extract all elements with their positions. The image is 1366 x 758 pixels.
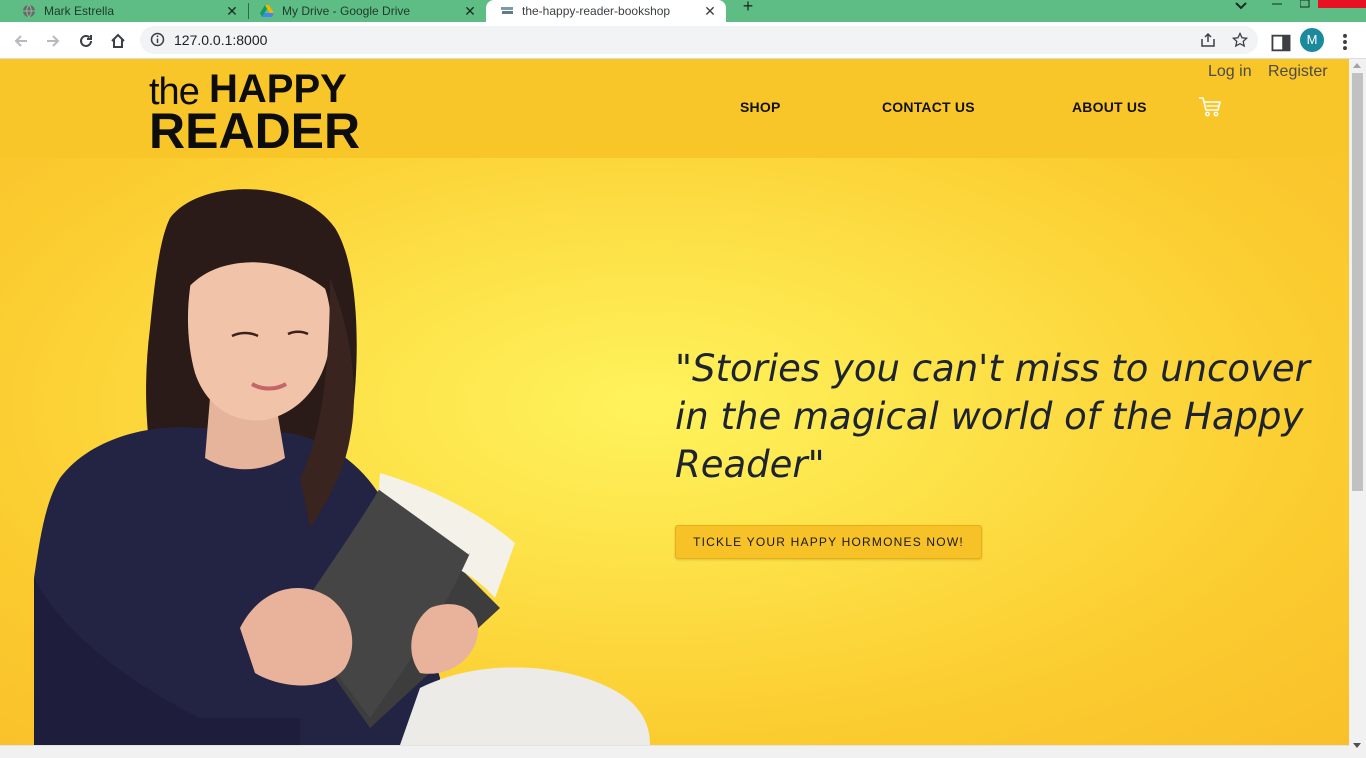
chevron-down-icon[interactable] — [1233, 0, 1249, 14]
url-text: 127.0.0.1:8000 — [174, 32, 268, 48]
close-icon[interactable]: ✕ — [462, 3, 478, 19]
browser-toolbar: 127.0.0.1:8000 M — [0, 22, 1366, 59]
browser-tab-active[interactable]: the-happy-reader-bookshop ✕ — [486, 0, 726, 22]
scroll-up-arrow[interactable] — [1353, 63, 1361, 68]
hero-woman-reading-image — [34, 189, 650, 745]
profile-avatar[interactable]: M — [1300, 28, 1324, 52]
reload-button[interactable] — [75, 30, 97, 52]
info-icon[interactable] — [150, 32, 165, 47]
browser-tab[interactable]: My Drive - Google Drive ✕ — [260, 0, 486, 22]
site-logo[interactable]: the HAPPY READER — [149, 67, 360, 157]
site-header: the HAPPY READER Log in Register SHOP CO… — [0, 59, 1349, 158]
horizontal-scrollbar[interactable] — [0, 745, 1349, 758]
share-icon[interactable] — [1200, 32, 1216, 48]
browser-tab[interactable]: Mark Estrella ✕ — [22, 0, 248, 22]
forward-arrow-icon — [47, 35, 60, 47]
browser-tab-strip: Mark Estrella ✕ My Drive - Google Drive … — [0, 0, 1366, 22]
cta-button[interactable]: TICKLE YOUR HAPPY HORMONES NOW! — [675, 525, 982, 559]
page-viewport: the HAPPY READER Log in Register SHOP CO… — [0, 59, 1349, 745]
address-bar[interactable]: 127.0.0.1:8000 — [140, 26, 1258, 54]
tab-title: Mark Estrella — [44, 4, 115, 18]
login-link[interactable]: Log in — [1208, 63, 1252, 81]
scroll-thumb[interactable] — [1352, 73, 1363, 491]
back-arrow-icon — [14, 35, 27, 47]
tab-title: My Drive - Google Drive — [282, 4, 411, 18]
logo-reader: READER — [149, 103, 361, 159]
kebab-menu-icon[interactable] — [1334, 31, 1356, 53]
register-link[interactable]: Register — [1268, 63, 1328, 81]
cart-icon[interactable] — [1198, 96, 1222, 118]
google-drive-icon — [260, 5, 274, 17]
globe-icon — [23, 4, 35, 18]
nav-about-us[interactable]: ABOUT US — [1072, 99, 1147, 115]
back-button[interactable] — [10, 30, 32, 52]
maximize-icon[interactable] — [1300, 0, 1310, 8]
vertical-scrollbar[interactable] — [1349, 59, 1366, 758]
home-icon — [111, 33, 125, 48]
side-panel-icon[interactable] — [1270, 32, 1292, 54]
books-icon — [501, 7, 513, 14]
forward-button[interactable] — [42, 30, 64, 52]
hero-quote: "Stories you can't miss to uncover in th… — [675, 347, 1310, 486]
close-icon[interactable]: ✕ — [702, 3, 718, 19]
tab-title: the-happy-reader-bookshop — [522, 4, 671, 18]
nav-contact-us[interactable]: CONTACT US — [882, 99, 975, 115]
new-tab-button[interactable]: + — [738, 0, 758, 20]
reload-icon — [80, 34, 92, 47]
window-close-button[interactable] — [1318, 0, 1366, 8]
minimize-icon[interactable] — [1272, 0, 1282, 8]
tab-separator — [248, 3, 249, 19]
close-icon[interactable]: ✕ — [224, 3, 240, 19]
home-button[interactable] — [107, 30, 129, 52]
star-icon[interactable] — [1232, 32, 1248, 48]
nav-shop[interactable]: SHOP — [740, 99, 780, 115]
hero-banner: "Stories you can't miss to uncover in th… — [0, 158, 1349, 745]
scroll-down-arrow[interactable] — [1353, 743, 1361, 748]
